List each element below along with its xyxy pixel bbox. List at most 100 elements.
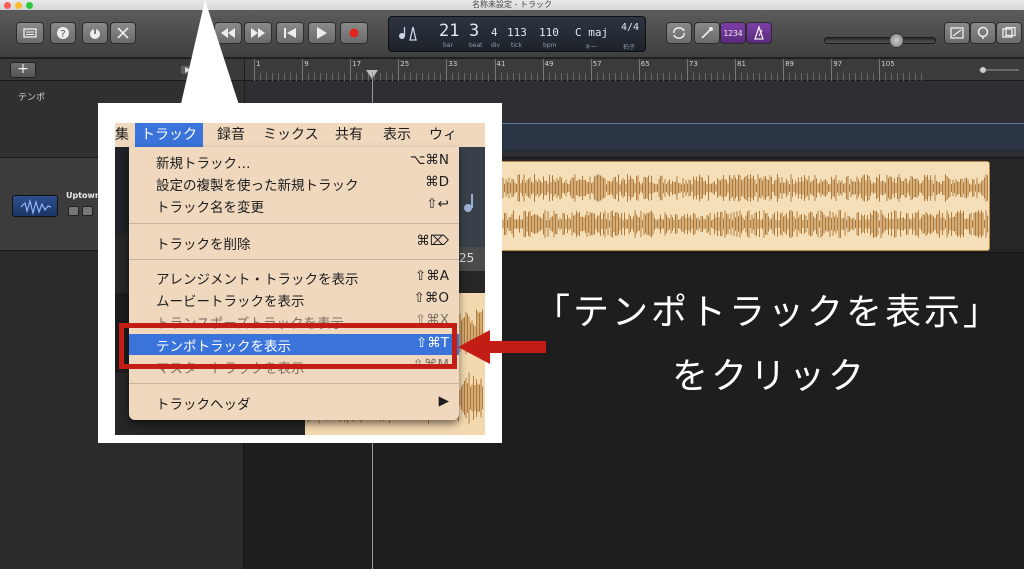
track-name[interactable]: Uptown [66, 191, 101, 200]
ruler-subtick [891, 73, 893, 81]
add-track-button[interactable]: + [10, 62, 36, 78]
ruler-subtick [410, 73, 412, 81]
ruler-subtick [296, 73, 298, 81]
menu-item[interactable]: トラックを削除 ⌘⌦ [129, 232, 459, 253]
record-icon [349, 28, 359, 38]
menu-item[interactable]: ミックス [257, 123, 325, 147]
play-icon [317, 27, 327, 39]
lcd-bar: 21 [439, 21, 460, 41]
ruler-subtick [614, 73, 616, 81]
ruler-subtick [548, 73, 550, 81]
timeline-ruler[interactable]: 1 9 17 25 33 41 49 57 65 73 81 89 97 105 [245, 59, 1024, 81]
ruler-subtick [578, 73, 580, 81]
menu-item[interactable]: トラック名を変更 ⇧↩ [129, 195, 459, 216]
editors-button[interactable] [110, 22, 136, 44]
ruler-subtick [284, 73, 286, 81]
ruler-subtick [554, 73, 556, 81]
go-to-start-icon [284, 28, 296, 38]
smart-controls-icon [90, 29, 100, 39]
ruler-mark: 1 [256, 60, 261, 68]
ruler-subtick [626, 73, 628, 81]
instruction-line-2: をクリック [672, 356, 868, 397]
lcd-tick: 113 [507, 26, 527, 39]
count-in-button[interactable]: 1234 [720, 22, 746, 44]
lcd-tempo: 110 [539, 26, 559, 39]
ruler-subtick [458, 73, 460, 81]
menu-item[interactable]: 設定の複製を使った新規トラック ⌘D [129, 173, 459, 194]
menu-item[interactable]: ウィ [423, 123, 463, 147]
bg-note-icon [464, 194, 473, 212]
ruler-subtick [476, 73, 478, 81]
menu-item[interactable]: トラックヘッダ ▶ [129, 392, 459, 413]
go-to-start-button[interactable] [276, 22, 304, 44]
ruler-subtick [644, 73, 646, 81]
cycle-button[interactable] [666, 22, 692, 44]
menu-item[interactable]: 録音 [211, 123, 251, 147]
loop-browser-button[interactable] [970, 22, 996, 44]
library-icon [23, 28, 37, 38]
menu-item-label: ムービートラックを表示 [156, 294, 305, 310]
lcd-bpm-caption: bpm [543, 42, 557, 49]
ruler-subtick [867, 73, 869, 81]
menu-item[interactable]: 集 [115, 123, 135, 147]
smart-controls-button[interactable] [82, 22, 108, 44]
ruler-subtick [326, 73, 328, 81]
waveform-icon [20, 198, 52, 216]
lcd-div-caption: div [491, 42, 501, 49]
menu-track-active[interactable]: トラック [135, 123, 203, 147]
menu-item[interactable]: アレンジメント・トラックを表示 ⇧⌘A [129, 267, 459, 288]
tuner-icon [701, 27, 713, 39]
help-button[interactable]: ? [50, 22, 76, 44]
notepad-button[interactable] [944, 22, 970, 44]
menu-item[interactable]: 表示 [377, 123, 417, 147]
metronome-icon [754, 26, 764, 40]
audio-region[interactable] [482, 161, 990, 251]
mute-button[interactable] [68, 206, 79, 216]
ruler-tick [542, 59, 544, 81]
menu-item[interactable]: 新規トラック… ⌥⌘N [129, 151, 459, 172]
ruler-subtick [380, 73, 382, 81]
ruler-tick [783, 59, 785, 81]
ruler-subtick [566, 73, 568, 81]
menu-item-shortcut: ⇧⌘O [413, 290, 449, 306]
play-button[interactable] [308, 22, 336, 44]
media-browser-button[interactable] [996, 22, 1022, 44]
ruler-subtick [434, 73, 436, 81]
ruler-subtick [260, 73, 261, 81]
zoomed-menu-callout: 25 集トラック 録音 ミックス 共有 表示 ウィ 新規トラック… ⌥⌘N 設定の複製を使った… [98, 103, 502, 443]
ruler-tick [302, 59, 304, 81]
ruler-subtick [662, 73, 664, 81]
library-button[interactable] [16, 22, 44, 44]
lcd-display[interactable]: 21 3 4 113 110 C maj 4/4 bar beat div ti… [388, 16, 646, 52]
volume-knob[interactable] [889, 33, 904, 48]
ruler-subtick [698, 73, 700, 81]
ruler-mark: 57 [592, 60, 602, 68]
ruler-subtick [759, 73, 761, 81]
ruler-subtick [602, 73, 604, 81]
menu-item-label: 新規トラック… [156, 156, 251, 172]
ruler-subtick [482, 73, 484, 81]
ruler-mark: 105 [881, 60, 895, 68]
lcd-key-caption: キー [585, 44, 598, 51]
ruler-subtick [915, 73, 917, 81]
ruler-subtick [314, 73, 316, 81]
metronome-button[interactable] [746, 22, 772, 44]
menu-item[interactable]: ムービートラックを表示 ⇧⌘O [129, 289, 459, 310]
record-button[interactable] [340, 22, 368, 44]
toolbar: ? 21 3 4 113 110 C maj 4/4 bar beat div … [0, 10, 1024, 58]
master-volume-slider[interactable] [824, 33, 936, 48]
ruler-zoom-slider[interactable] [977, 66, 1021, 74]
tuner-button[interactable] [694, 22, 720, 44]
headphones-icon[interactable] [82, 206, 93, 216]
ruler-tick [638, 59, 640, 81]
ruler-tick [686, 59, 688, 81]
ruler-subtick [440, 73, 442, 81]
ruler-tick [350, 59, 352, 81]
ruler-tick [254, 59, 255, 81]
ruler-mark: 41 [496, 60, 506, 68]
ruler-subtick [873, 73, 875, 81]
menu-item-shortcut: ⇧⌘A [414, 268, 449, 284]
ruler-subtick [320, 73, 322, 81]
menu-item[interactable]: 共有 [329, 123, 369, 147]
ruler-subtick [710, 73, 712, 81]
